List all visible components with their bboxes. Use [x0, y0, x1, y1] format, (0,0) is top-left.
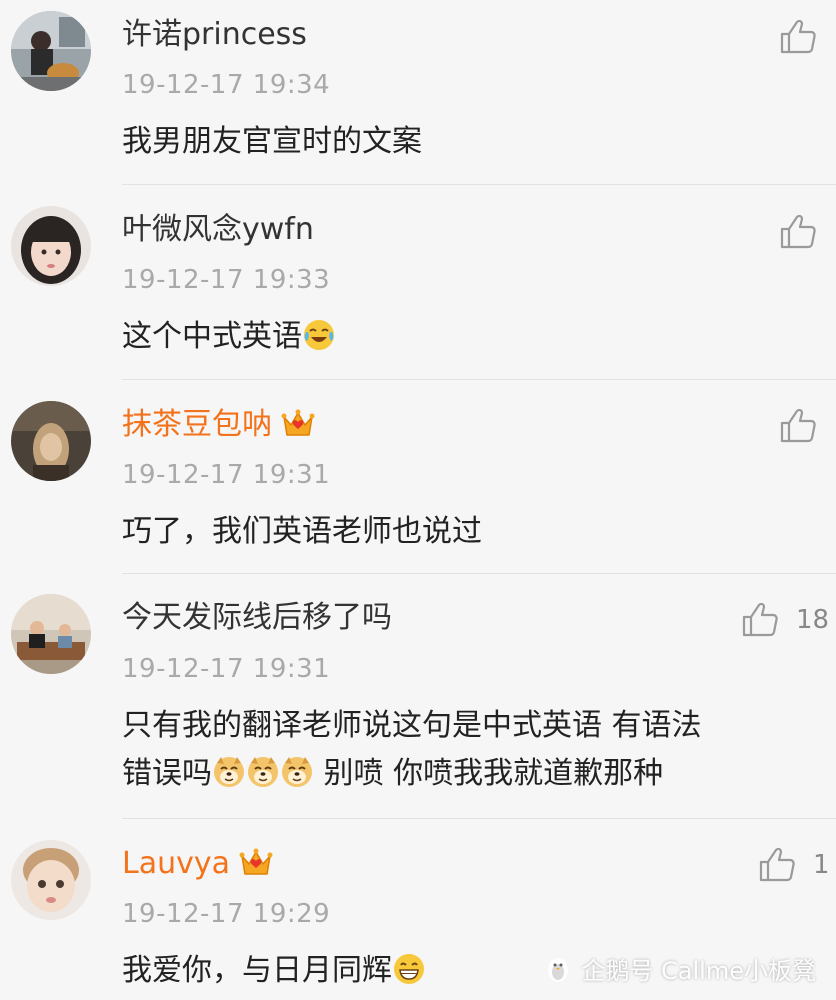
username-text: 抹茶豆包呐 [122, 407, 272, 442]
comment-item: 许诺princess 19-12-17 19:34 我男朋友官宣时的文案 [0, 0, 836, 185]
timestamp: 19-12-17 19:34 [122, 70, 331, 100]
timestamp: 19-12-17 19:29 [122, 899, 331, 929]
comment-text: 巧了，我们英语老师也说过 [122, 514, 482, 549]
username[interactable]: 抹茶豆包呐 [122, 405, 316, 444]
avatar-image [11, 594, 91, 674]
username[interactable]: 许诺princess [122, 16, 307, 54]
timestamp: 19-12-17 19:33 [122, 265, 331, 295]
thumbs-up-icon [780, 214, 816, 249]
like-count: 18 [796, 605, 830, 635]
penguin-icon [548, 957, 569, 982]
timestamp: 19-12-17 19:31 [122, 460, 331, 490]
like-button[interactable] [778, 406, 818, 446]
comment-text-segment: 别喷 你喷我我就道歉那种 [323, 756, 664, 791]
watermark: 企鹅号 Callme小板凳 [543, 951, 816, 986]
comment-list: 许诺princess 19-12-17 19:34 我男朋友官宣时的文案 叶微风… [0, 0, 836, 1000]
vip-crown-icon [281, 409, 315, 436]
comment-text-segment: 错误吗 [122, 756, 212, 791]
comment-text-content: 我爱你，与日月同辉 [122, 953, 392, 988]
grin-emoji-icon [394, 954, 424, 984]
comment-text: 我男朋友官宣时的文案 [122, 124, 422, 159]
avatar-image [11, 401, 91, 481]
like-button[interactable] [778, 17, 818, 57]
username[interactable]: 叶微风念ywfn [122, 211, 314, 249]
avatar[interactable] [11, 206, 91, 286]
thumbs-up-icon [759, 847, 795, 882]
like-count: 1 [813, 850, 830, 880]
like-button[interactable]: 1 [757, 845, 830, 885]
comment-item: 抹茶豆包呐 19-12-17 19:31 巧了，我们英语老师也说过 [0, 380, 836, 574]
timestamp: 19-12-17 19:31 [122, 654, 331, 684]
comment-text-content: 这个中式英语 [122, 319, 302, 354]
avatar-image [11, 840, 91, 920]
username[interactable]: Lauvya [122, 844, 274, 883]
avatar[interactable] [11, 401, 91, 481]
watermark-text: 企鹅号 Callme小板凳 [581, 957, 816, 985]
comment-text: 只有我的翻译老师说这句是中式英语 有语法 错误吗 别喷 你喷我我就道歉那种 [122, 702, 806, 798]
comment-text-line: 错误吗 别喷 你喷我我就道歉那种 [122, 750, 806, 798]
doge-emoji-icon [282, 757, 312, 787]
comment-text-line: 只有我的翻译老师说这句是中式英语 有语法 [122, 708, 702, 743]
comment-item: 叶微风念ywfn 19-12-17 19:33 这个中式英语 [0, 185, 836, 380]
thumbs-up-icon [780, 408, 816, 443]
doge-emoji-icon [214, 757, 244, 787]
avatar[interactable] [11, 11, 91, 91]
thumbs-up-icon [742, 602, 778, 637]
username-text: Lauvya [122, 846, 231, 881]
avatar-image [11, 206, 91, 286]
avatar-image [11, 11, 91, 91]
comment-item: 今天发际线后移了吗 19-12-17 19:31 只有我的翻译老师说这句是中式英… [0, 574, 836, 819]
thumbs-up-icon [780, 19, 816, 54]
laugh-cry-emoji-icon [304, 320, 334, 350]
avatar[interactable] [11, 594, 91, 674]
username[interactable]: 今天发际线后移了吗 [122, 599, 392, 637]
comment-text: 这个中式英语 [122, 313, 806, 361]
doge-emoji-icon [248, 757, 278, 787]
like-button[interactable]: 18 [740, 600, 829, 640]
avatar[interactable] [11, 840, 91, 920]
like-button[interactable] [778, 212, 818, 252]
vip-crown-icon [239, 848, 273, 875]
